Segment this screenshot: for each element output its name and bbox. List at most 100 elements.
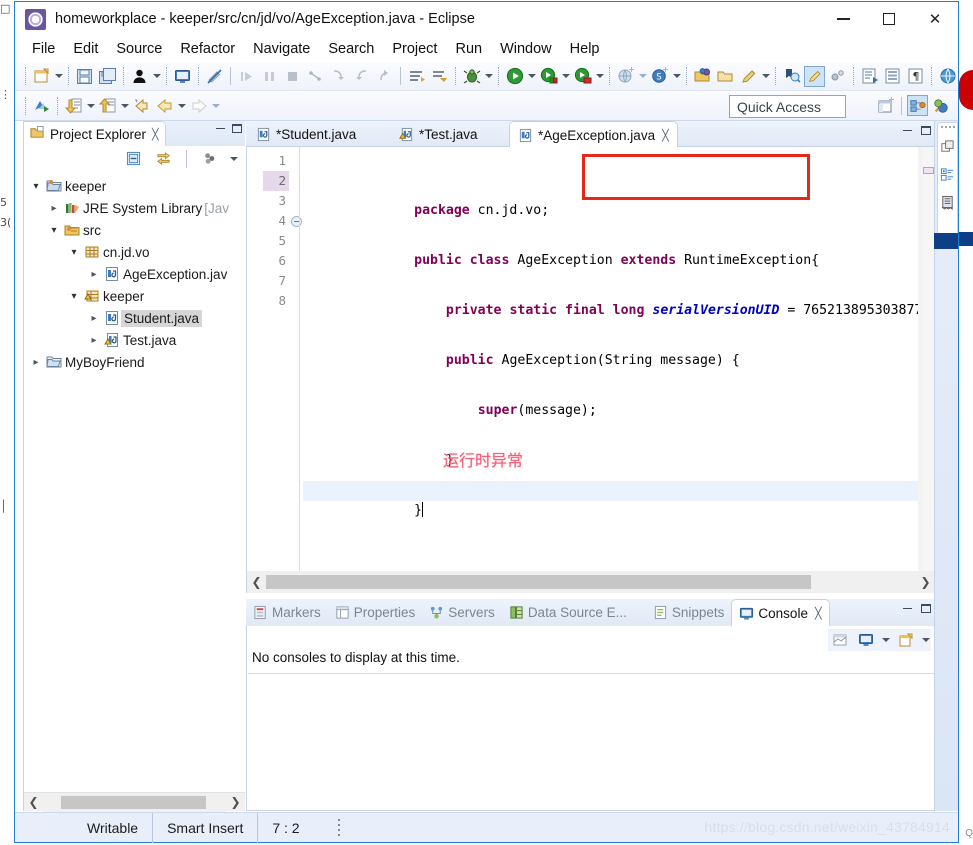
close-icon[interactable]: ╳: [815, 607, 822, 620]
run-history-dropdown-icon[interactable]: [560, 66, 571, 86]
menu-navigate[interactable]: Navigate: [244, 38, 319, 60]
save-all-icon[interactable]: [97, 66, 118, 87]
editor-tab-ageexception-java[interactable]: *AgeException.java ╳: [509, 121, 678, 148]
open-perspective-icon[interactable]: [875, 95, 896, 116]
previous-annotation-dropdown-icon[interactable]: [85, 96, 96, 116]
console-view-body[interactable]: No consoles to display at this time.: [246, 626, 936, 811]
minimize-panel-icon[interactable]: [903, 607, 912, 610]
scroll-thumb[interactable]: [266, 575, 811, 589]
save-icon[interactable]: [74, 66, 95, 87]
view-menu-icon[interactable]: [228, 149, 239, 169]
run-history-icon[interactable]: [538, 66, 559, 87]
back-dropdown-icon[interactable]: [176, 96, 187, 116]
display-selected-console-icon[interactable]: [855, 630, 876, 651]
scroll-track[interactable]: [43, 792, 226, 812]
scroll-right-icon[interactable]: ❯: [226, 795, 245, 809]
overview-marker[interactable]: [923, 167, 934, 174]
new-server-dropdown-icon[interactable]: [671, 66, 682, 86]
open-console-dropdown-icon[interactable]: [920, 630, 931, 650]
open-resource-icon[interactable]: [715, 66, 736, 87]
maximize-panel-icon[interactable]: [921, 604, 931, 613]
view-menu-dots-icon[interactable]: [199, 148, 220, 169]
debug-bug-icon[interactable]: [461, 66, 482, 87]
tab-servers[interactable]: Servers: [422, 599, 502, 626]
person-dropdown-icon[interactable]: [151, 66, 162, 86]
maximize-button[interactable]: [866, 3, 912, 35]
scroll-left-icon[interactable]: ❮: [247, 575, 266, 589]
toggle-mark-occurrences-icon[interactable]: [827, 66, 848, 87]
show-whitespace-icon[interactable]: [882, 66, 903, 87]
close-button[interactable]: ✕: [912, 3, 958, 35]
fold-collapse-icon[interactable]: [291, 216, 302, 227]
drag-handle-icon[interactable]: [940, 126, 955, 128]
display-console-dropdown-icon[interactable]: [880, 630, 891, 650]
external-tools-icon[interactable]: [859, 66, 880, 87]
run-last-tool-icon[interactable]: [31, 95, 52, 116]
link-with-editor-icon[interactable]: [153, 148, 174, 169]
project-explorer-hscrollbar[interactable]: ❮ ❯: [24, 792, 245, 812]
maximize-view-icon[interactable]: [232, 124, 242, 133]
close-icon[interactable]: ╳: [152, 128, 159, 141]
chevron-right-icon[interactable]: ▸: [86, 269, 102, 280]
editor-source-code[interactable]: package cn.jd.vo; public class AgeExcept…: [303, 151, 935, 571]
next-annotation-icon[interactable]: [429, 66, 450, 87]
menu-window[interactable]: Window: [491, 38, 561, 60]
chevron-down-icon[interactable]: ▾: [46, 225, 62, 236]
clear-console-icon[interactable]: [829, 630, 850, 651]
chevron-right-icon[interactable]: ▸: [86, 335, 102, 346]
menu-search[interactable]: Search: [319, 38, 383, 60]
editor-marker-column[interactable]: [247, 147, 263, 571]
pilcrow-icon[interactable]: ¶: [905, 66, 926, 87]
tree-node-ageexception-java[interactable]: ▸ AgeException.jav: [24, 263, 245, 285]
run-as-icon[interactable]: [572, 66, 593, 87]
web-browser-icon[interactable]: [937, 66, 958, 87]
tree-node-package-cn-jd-vo[interactable]: ▾ cn.jd.vo: [24, 241, 245, 263]
tree-node-jre-system-library[interactable]: ▸ JRE System Library [Jav: [24, 197, 245, 219]
previous-annotation-icon[interactable]: [63, 95, 84, 116]
scroll-right-icon[interactable]: ❯: [916, 575, 935, 589]
menu-project[interactable]: Project: [383, 38, 446, 60]
terminal-icon[interactable]: [172, 66, 193, 87]
tab-snippets[interactable]: Snippets: [646, 599, 732, 626]
tab-project-explorer[interactable]: Project Explorer ╳: [24, 121, 166, 146]
document-view-icon[interactable]: [937, 192, 958, 213]
tab-console[interactable]: Console ╳: [731, 599, 830, 626]
restore-view-icon[interactable]: [937, 136, 958, 157]
tree-node-package-keeper[interactable]: ▾ keeper: [24, 285, 245, 307]
chevron-right-icon[interactable]: ▸: [86, 313, 102, 324]
menu-help[interactable]: Help: [561, 38, 609, 60]
search-marker-icon[interactable]: [781, 66, 802, 87]
maximize-editor-icon[interactable]: [921, 126, 931, 135]
highlight-toggle-icon[interactable]: [804, 65, 825, 87]
scroll-left-icon[interactable]: ❮: [24, 795, 43, 809]
back-history-icon[interactable]: [131, 95, 152, 116]
tree-node-myboyfriend[interactable]: ▸ MyBoyFriend: [24, 351, 245, 373]
chevron-down-icon[interactable]: ▾: [66, 247, 82, 258]
menu-run[interactable]: Run: [446, 38, 491, 60]
editor-tab-student-java[interactable]: *Student.java: [248, 122, 364, 147]
collapse-all-icon[interactable]: [123, 148, 144, 169]
open-type-icon[interactable]: [692, 66, 713, 87]
run-icon[interactable]: [504, 66, 525, 87]
menu-file[interactable]: File: [23, 38, 64, 60]
last-edit-location-icon[interactable]: [406, 66, 427, 87]
minimize-editor-icon[interactable]: [903, 129, 912, 132]
new-icon[interactable]: [31, 66, 52, 87]
chevron-right-icon[interactable]: ▸: [46, 203, 62, 214]
run-as-dropdown-icon[interactable]: [594, 66, 605, 86]
open-console-icon[interactable]: [895, 630, 916, 651]
chevron-down-icon[interactable]: ▾: [66, 291, 82, 302]
menu-source[interactable]: Source: [107, 38, 171, 60]
chevron-right-icon[interactable]: ▸: [28, 357, 44, 368]
new-server-icon[interactable]: S: [649, 66, 670, 87]
chevron-down-icon[interactable]: ▾: [28, 181, 44, 192]
next-annotation-up-icon[interactable]: [97, 95, 118, 116]
quick-access-input[interactable]: Quick Access: [729, 95, 846, 118]
perspective-java-icon[interactable]: [930, 95, 951, 116]
menu-refactor[interactable]: Refactor: [171, 38, 244, 60]
editor-text-area[interactable]: 1 2 3 4 5 6 7 8 package cn.jd.vo; public…: [246, 147, 936, 571]
forward-dropdown-icon[interactable]: [210, 96, 221, 116]
pencil-icon[interactable]: [738, 66, 759, 87]
close-icon[interactable]: ╳: [662, 129, 669, 142]
tree-node-keeper[interactable]: ▾ keeper: [24, 175, 245, 197]
